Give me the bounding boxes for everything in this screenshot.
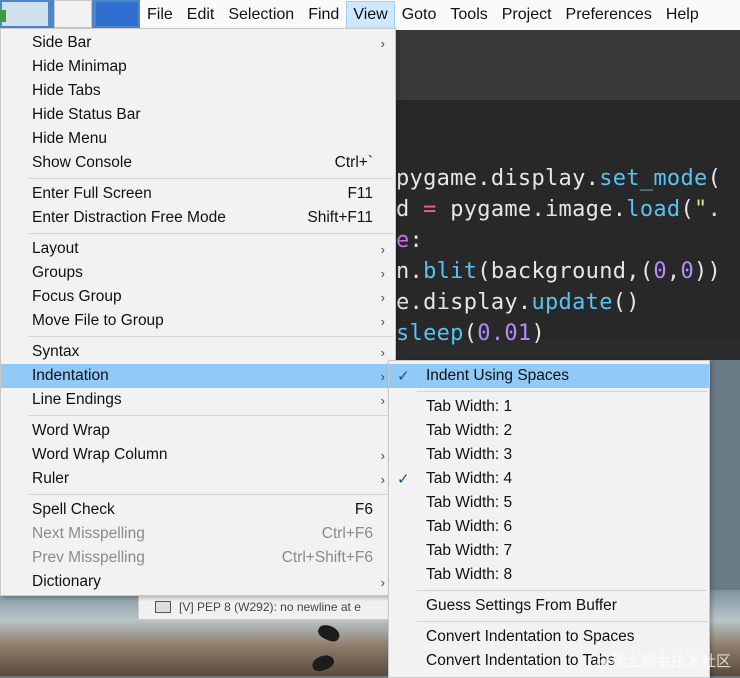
menu-separator <box>417 391 707 392</box>
menu-item-hide-minimap[interactable]: Hide Minimap <box>1 55 395 79</box>
code-editor[interactable]: pygame.display.set_mode( d = pygame.imag… <box>390 30 740 360</box>
menu-separator <box>29 415 393 416</box>
green-tab-marker <box>0 10 6 22</box>
menu-separator <box>29 233 393 234</box>
menu-view[interactable]: View <box>346 1 395 29</box>
menu-item-tab-width-7[interactable]: Tab Width: 7 <box>389 539 709 563</box>
thumbnail-window[interactable] <box>96 2 138 26</box>
chevron-right-icon: › <box>380 313 385 329</box>
chevron-right-icon: › <box>380 35 385 51</box>
menu-item-tab-width-8[interactable]: Tab Width: 8 <box>389 563 709 587</box>
menu-item-syntax[interactable]: Syntax › <box>1 340 395 364</box>
menu-separator <box>417 590 707 591</box>
menu-separator <box>417 621 707 622</box>
chevron-right-icon: › <box>380 265 385 281</box>
bird-silhouette <box>316 622 342 644</box>
menu-item-focus-group[interactable]: Focus Group › <box>1 285 395 309</box>
shortcut-label: F11 <box>347 185 373 202</box>
menu-item-layout[interactable]: Layout › <box>1 237 395 261</box>
chevron-right-icon: › <box>380 344 385 360</box>
code-line: pygame.display.set_mode( <box>396 166 722 191</box>
code-line: n.blit(background,(0,0)) <box>396 259 722 284</box>
menu-item-line-endings[interactable]: Line Endings › <box>1 388 395 412</box>
menu-item-tab-width-6[interactable]: Tab Width: 6 <box>389 515 709 539</box>
code-line: sleep(0.01) <box>396 321 546 346</box>
menu-item-prev-misspelling: Prev Misspelling Ctrl+Shift+F6 <box>32 549 373 566</box>
indentation-submenu: ✓ Indent Using Spaces Tab Width: 1 Tab Wi… <box>388 360 710 678</box>
chevron-right-icon: › <box>380 368 385 384</box>
menu-goto[interactable]: Goto <box>395 1 444 29</box>
menu-file[interactable]: File <box>140 1 180 29</box>
menu-preferences[interactable]: Preferences <box>559 1 659 29</box>
taskbar-thumbnails <box>0 0 140 28</box>
status-message: [V] PEP 8 (W292): no newline at e <box>179 600 361 614</box>
shortcut-label: Ctrl+F6 <box>321 525 373 542</box>
menu-item-hide-menu[interactable]: Hide Menu <box>1 127 395 151</box>
menu-item-tab-width-2[interactable]: Tab Width: 2 <box>389 419 709 443</box>
chevron-right-icon: › <box>380 392 385 408</box>
menu-item-word-wrap-column[interactable]: Word Wrap Column › <box>1 443 395 467</box>
menu-item-ruler[interactable]: Ruler › <box>1 467 395 491</box>
menu-item-indent-using-spaces[interactable]: ✓ Indent Using Spaces <box>389 364 709 388</box>
menu-item-spell-check[interactable]: Spell Check F6 <box>1 498 395 522</box>
menu-item-full-screen[interactable]: Enter Full Screen F11 <box>1 182 395 206</box>
chevron-right-icon: › <box>380 574 385 590</box>
menu-item-dictionary[interactable]: Dictionary › <box>1 570 395 594</box>
menu-item-tab-width-4[interactable]: ✓ Tab Width: 4 <box>389 467 709 491</box>
editor-tab-area <box>390 30 740 100</box>
menu-item-tab-width-5[interactable]: Tab Width: 5 <box>389 491 709 515</box>
chevron-right-icon: › <box>380 241 385 257</box>
menu-item-hide-tabs[interactable]: Hide Tabs <box>1 79 395 103</box>
thumbnail-document[interactable] <box>54 0 92 28</box>
menu-item-distraction-free[interactable]: Enter Distraction Free Mode Shift+F11 <box>1 206 395 230</box>
shortcut-label: Ctrl+` <box>334 154 373 171</box>
chevron-right-icon: › <box>380 471 385 487</box>
menu-bar: File Edit Selection Find View Goto Tools… <box>140 0 740 30</box>
shortcut-label: F6 <box>354 501 373 518</box>
code-line: e: <box>396 228 424 253</box>
check-icon: ✓ <box>397 471 410 488</box>
chevron-right-icon: › <box>380 289 385 305</box>
shortcut-label: Ctrl+Shift+F6 <box>281 549 373 566</box>
menu-item-tab-width-3[interactable]: Tab Width: 3 <box>389 443 709 467</box>
code-line: e.display.update() <box>396 290 640 315</box>
menu-item-guess-settings[interactable]: Guess Settings From Buffer <box>389 594 709 618</box>
menu-help[interactable]: Help <box>659 1 706 29</box>
watermark-text: @稀土掘金技术社区 <box>596 652 732 670</box>
menu-item-groups[interactable]: Groups › <box>1 261 395 285</box>
menu-item-side-bar[interactable]: Side Bar › <box>1 31 395 55</box>
menu-item-indentation[interactable]: Indentation › <box>1 364 395 388</box>
menu-separator <box>29 178 393 179</box>
status-bar: [V] PEP 8 (W292): no newline at e <box>138 594 392 620</box>
monitor-icon <box>155 601 171 613</box>
menu-item-move-file-to-group[interactable]: Move File to Group › <box>1 309 395 333</box>
menu-find[interactable]: Find <box>301 1 346 29</box>
bird-silhouette <box>310 652 336 674</box>
menu-item-convert-to-spaces[interactable]: Convert Indentation to Spaces <box>389 625 709 649</box>
view-menu: Side Bar › Hide Minimap Hide Tabs Hide St… <box>0 28 396 596</box>
menu-project[interactable]: Project <box>495 1 559 29</box>
check-icon: ✓ <box>397 368 410 385</box>
code-line: d = pygame.image.load(". <box>396 197 722 222</box>
menu-item-tab-width-1[interactable]: Tab Width: 1 <box>389 395 709 419</box>
chevron-right-icon: › <box>380 447 385 463</box>
menu-item-word-wrap[interactable]: Word Wrap <box>1 419 395 443</box>
menu-item-show-console[interactable]: Show Console Ctrl+` <box>1 151 395 175</box>
menu-tools[interactable]: Tools <box>443 1 494 29</box>
thumbnail-image[interactable] <box>2 2 48 26</box>
menu-separator <box>29 494 393 495</box>
menu-item-hide-status-bar[interactable]: Hide Status Bar <box>1 103 395 127</box>
menu-item-next-misspelling: Next Misspelling Ctrl+F6 <box>32 525 373 542</box>
menu-selection[interactable]: Selection <box>221 1 301 29</box>
menu-separator <box>29 336 393 337</box>
menu-edit[interactable]: Edit <box>180 1 222 29</box>
shortcut-label: Shift+F11 <box>307 209 373 226</box>
